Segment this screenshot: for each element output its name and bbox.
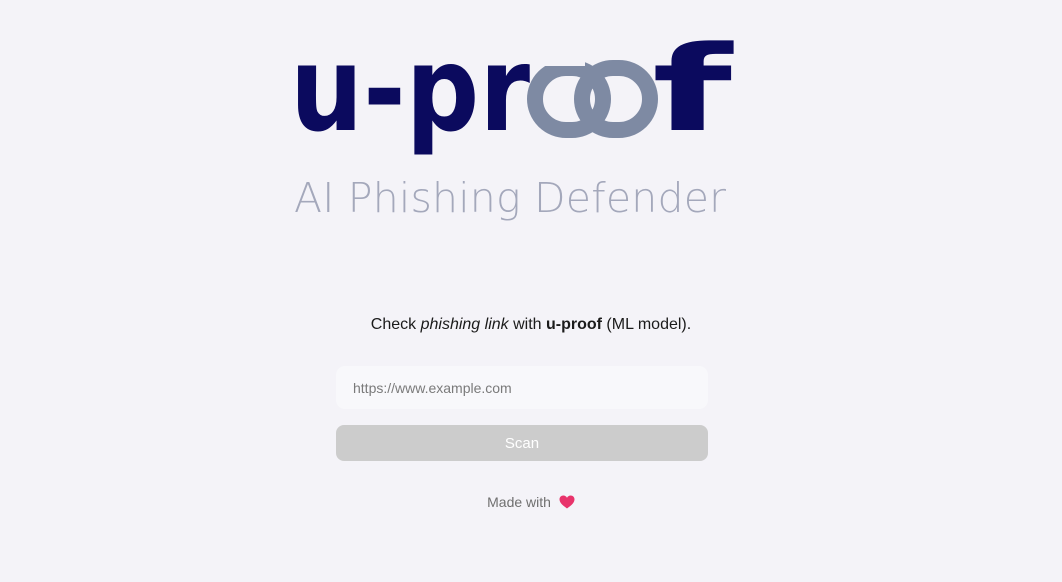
intro-text: Check phishing link with u-proof (ML mod… xyxy=(0,314,1062,336)
footer-text: Made with xyxy=(487,494,551,510)
heart-icon xyxy=(559,495,575,509)
intro-after: (ML model). xyxy=(601,316,692,333)
intro-before: Check xyxy=(370,316,421,333)
intro-emphasis: phishing link xyxy=(420,316,509,333)
intro-middle: with xyxy=(508,316,546,333)
intro-brand: u-proof xyxy=(546,316,602,333)
logo-text-u-pr: u-pr xyxy=(290,30,530,158)
u-proof-logo: u-pr f xyxy=(290,30,735,158)
tagline: AI Phishing Defender xyxy=(294,174,727,222)
footer: Made with xyxy=(0,492,1062,512)
chain-link-icon xyxy=(527,60,658,138)
scan-button[interactable]: Scan xyxy=(336,425,708,461)
url-input[interactable] xyxy=(336,366,708,409)
logo-text-f: f xyxy=(652,30,735,158)
logo-area: u-pr f AI Phishing Defender xyxy=(0,0,1062,240)
